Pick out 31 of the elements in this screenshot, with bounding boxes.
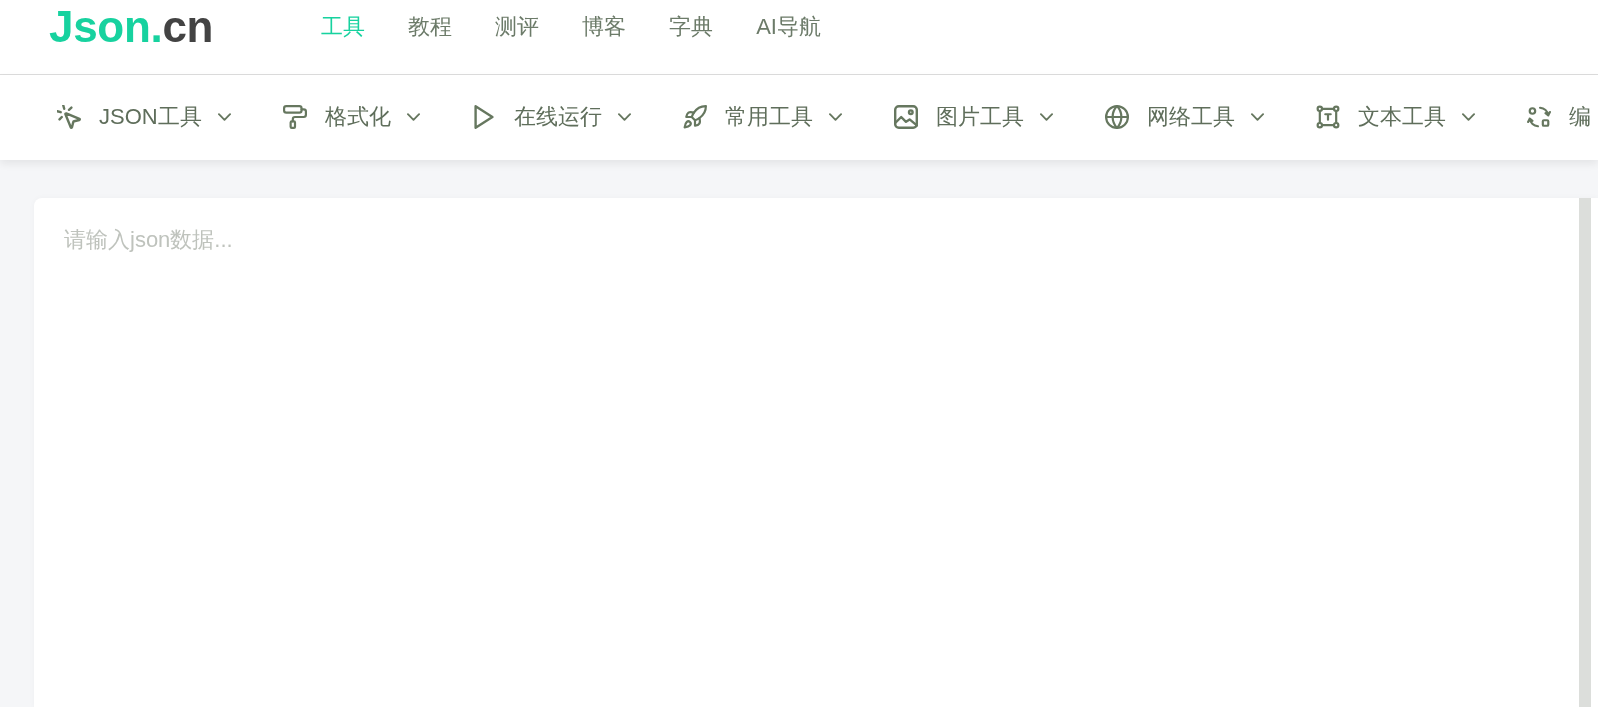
- play-icon: [471, 105, 496, 130]
- nav-link[interactable]: AI导航: [756, 13, 821, 41]
- scrollbar[interactable]: [1579, 198, 1591, 707]
- paint-roller-icon: [282, 105, 307, 130]
- tool-menu-button[interactable]: 编: [1526, 104, 1591, 131]
- chevron-down-icon: [1039, 113, 1053, 122]
- chevron-down-icon: [1250, 113, 1264, 122]
- chevron-down-icon: [828, 113, 842, 122]
- circular-arrows-icon: [1526, 105, 1551, 130]
- tool-menu-button[interactable]: 图片工具: [893, 104, 1053, 131]
- nav-link[interactable]: 教程: [408, 13, 453, 41]
- nav-link[interactable]: 测评: [495, 13, 540, 41]
- site-logo[interactable]: Json.cn: [49, 5, 214, 49]
- chevron-down-icon: [217, 113, 231, 122]
- nav-link[interactable]: 字典: [669, 13, 714, 41]
- json-input-field[interactable]: 请输入json数据...: [34, 198, 1598, 707]
- tool-menu-button[interactable]: JSON工具: [57, 104, 231, 131]
- cursor-click-icon: [57, 105, 81, 130]
- tool-menu-button[interactable]: 网络工具: [1104, 104, 1264, 131]
- globe-icon: [1104, 105, 1129, 130]
- tool-menu-button[interactable]: 格式化: [282, 104, 420, 131]
- chevron-down-icon: [1461, 113, 1475, 122]
- nav-link[interactable]: 博客: [582, 13, 627, 41]
- tool-menu-button[interactable]: 在线运行: [471, 104, 631, 131]
- chevron-down-icon: [406, 113, 420, 122]
- tool-menu-button[interactable]: 常用工具: [682, 104, 842, 131]
- chevron-down-icon: [617, 113, 631, 122]
- rocket-icon: [682, 105, 707, 130]
- text-frame-icon: [1315, 105, 1340, 130]
- tool-menu-button[interactable]: 文本工具: [1315, 104, 1475, 131]
- image-icon: [893, 105, 918, 130]
